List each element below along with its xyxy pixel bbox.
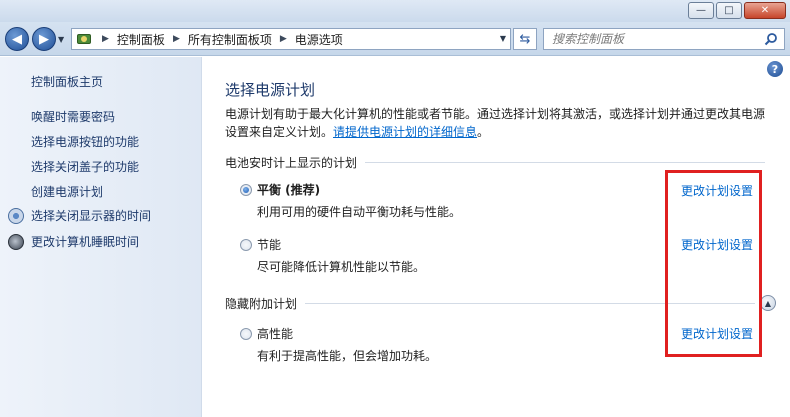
minimize-icon: —: [696, 4, 706, 16]
plan-high-performance-name[interactable]: 高性能: [257, 325, 293, 342]
plan-balanced: 平衡 (推荐) 利用可用的硬件自动平衡功耗与性能。: [240, 181, 461, 220]
breadcrumb-control-panel[interactable]: 控制面板: [117, 31, 165, 48]
plan-power-saver-description: 尽可能降低计算机性能以节能。: [257, 260, 426, 274]
plan-power-saver-radio[interactable]: [240, 238, 252, 251]
plan-details-link[interactable]: 请提供电源计划的详细信息: [333, 125, 477, 139]
display-off-label: 选择关闭显示器的时间: [31, 209, 152, 223]
monitor-icon: [8, 207, 24, 224]
sleep-time-label: 更改计算机睡眠时间: [31, 235, 140, 249]
breadcrumb-all-items[interactable]: 所有控制面板项: [188, 31, 272, 48]
plan-high-performance-radio[interactable]: [240, 327, 252, 340]
refresh-icon: ⇆: [519, 31, 531, 47]
window-controls: — □ ✕: [688, 2, 786, 19]
battery-plans-label: 电池安时计上显示的计划: [225, 156, 358, 170]
sleep-icon: [8, 233, 24, 250]
plan-high-performance-description: 有利于提高性能，但会增加功耗。: [257, 349, 438, 363]
power-button-link[interactable]: 选择电源按钮的功能: [31, 134, 139, 159]
address-dropdown[interactable]: ▼: [500, 34, 506, 43]
forward-arrow-icon: ▶: [39, 31, 49, 47]
address-bar[interactable]: ▶ 控制面板 ▶ 所有控制面板项 ▶ 电源选项 ▼: [71, 28, 511, 50]
intro-end: 。: [477, 125, 490, 139]
navigation-bar: ◀ ▶ ▼ ▶ 控制面板 ▶ 所有控制面板项 ▶ 电源选项 ▼ ⇆: [0, 22, 790, 56]
control-panel-icon: [76, 31, 94, 47]
back-button[interactable]: ◀: [5, 27, 29, 51]
plan-balanced-name[interactable]: 平衡 (推荐): [257, 181, 320, 198]
maximize-button[interactable]: □: [716, 2, 742, 19]
maximize-icon: □: [724, 4, 734, 16]
search-icon[interactable]: [764, 32, 778, 46]
breadcrumb-separator[interactable]: ▶: [102, 34, 109, 44]
hidden-plans-label: 隐藏附加计划: [225, 297, 298, 311]
intro-description: 电源计划有助于最大化计算机的性能或者节能。通过选择计划将其激活，或选择计划并通过…: [225, 107, 766, 139]
recent-pages-dropdown[interactable]: ▼: [58, 35, 64, 44]
breadcrumb-separator[interactable]: ▶: [173, 34, 180, 44]
plan-power-saver: 节能 尽可能降低计算机性能以节能。: [240, 236, 425, 275]
plan-power-saver-name[interactable]: 节能: [257, 236, 281, 253]
plan-high-performance: 高性能 有利于提高性能，但会增加功耗。: [240, 325, 437, 364]
refresh-button[interactable]: ⇆: [513, 28, 537, 50]
breadcrumb-separator[interactable]: ▶: [280, 34, 287, 44]
close-icon: ✕: [760, 4, 770, 16]
close-button[interactable]: ✕: [744, 2, 786, 19]
control-panel-home-link[interactable]: 控制面板主页: [31, 73, 103, 90]
sleep-time-link[interactable]: 更改计算机睡眠时间: [8, 233, 198, 250]
collapse-hidden-plans-button[interactable]: ▲: [760, 295, 776, 311]
annotation-highlight-box: [665, 170, 762, 357]
divider: [365, 162, 766, 163]
plan-balanced-description: 利用可用的硬件自动平衡功耗与性能。: [257, 205, 462, 219]
minimize-button[interactable]: —: [688, 2, 714, 19]
plan-balanced-radio[interactable]: [240, 183, 252, 196]
control-panel-window: — □ ✕ ◀ ▶ ▼ ▶ 控制面板 ▶ 所有控制面板项 ▶ 电源选项 ▼ ⇆: [0, 0, 790, 417]
title-bar: — □ ✕: [0, 0, 790, 22]
battery-plans-header: 电池安时计上显示的计划: [225, 154, 766, 171]
wake-password-link[interactable]: 唤醒时需要密码: [31, 109, 139, 134]
lid-close-link[interactable]: 选择关闭盖子的功能: [31, 159, 139, 184]
help-button[interactable]: ?: [767, 61, 783, 77]
task-links: 唤醒时需要密码 选择电源按钮的功能 选择关闭盖子的功能 创建电源计划: [31, 109, 139, 209]
breadcrumb-power-options[interactable]: 电源选项: [295, 31, 343, 48]
page-title: 选择电源计划: [225, 81, 316, 99]
forward-button[interactable]: ▶: [32, 27, 56, 51]
display-off-link[interactable]: 选择关闭显示器的时间: [8, 207, 198, 224]
create-plan-link[interactable]: 创建电源计划: [31, 184, 139, 209]
back-arrow-icon: ◀: [12, 31, 22, 47]
search-box[interactable]: [543, 28, 785, 50]
task-pane: 控制面板主页 唤醒时需要密码 选择电源按钮的功能 选择关闭盖子的功能 创建电源计…: [0, 57, 202, 417]
search-input[interactable]: [552, 32, 752, 46]
intro-text: 电源计划有助于最大化计算机的性能或者节能。通过选择计划将其激活，或选择计划并通过…: [225, 105, 770, 141]
